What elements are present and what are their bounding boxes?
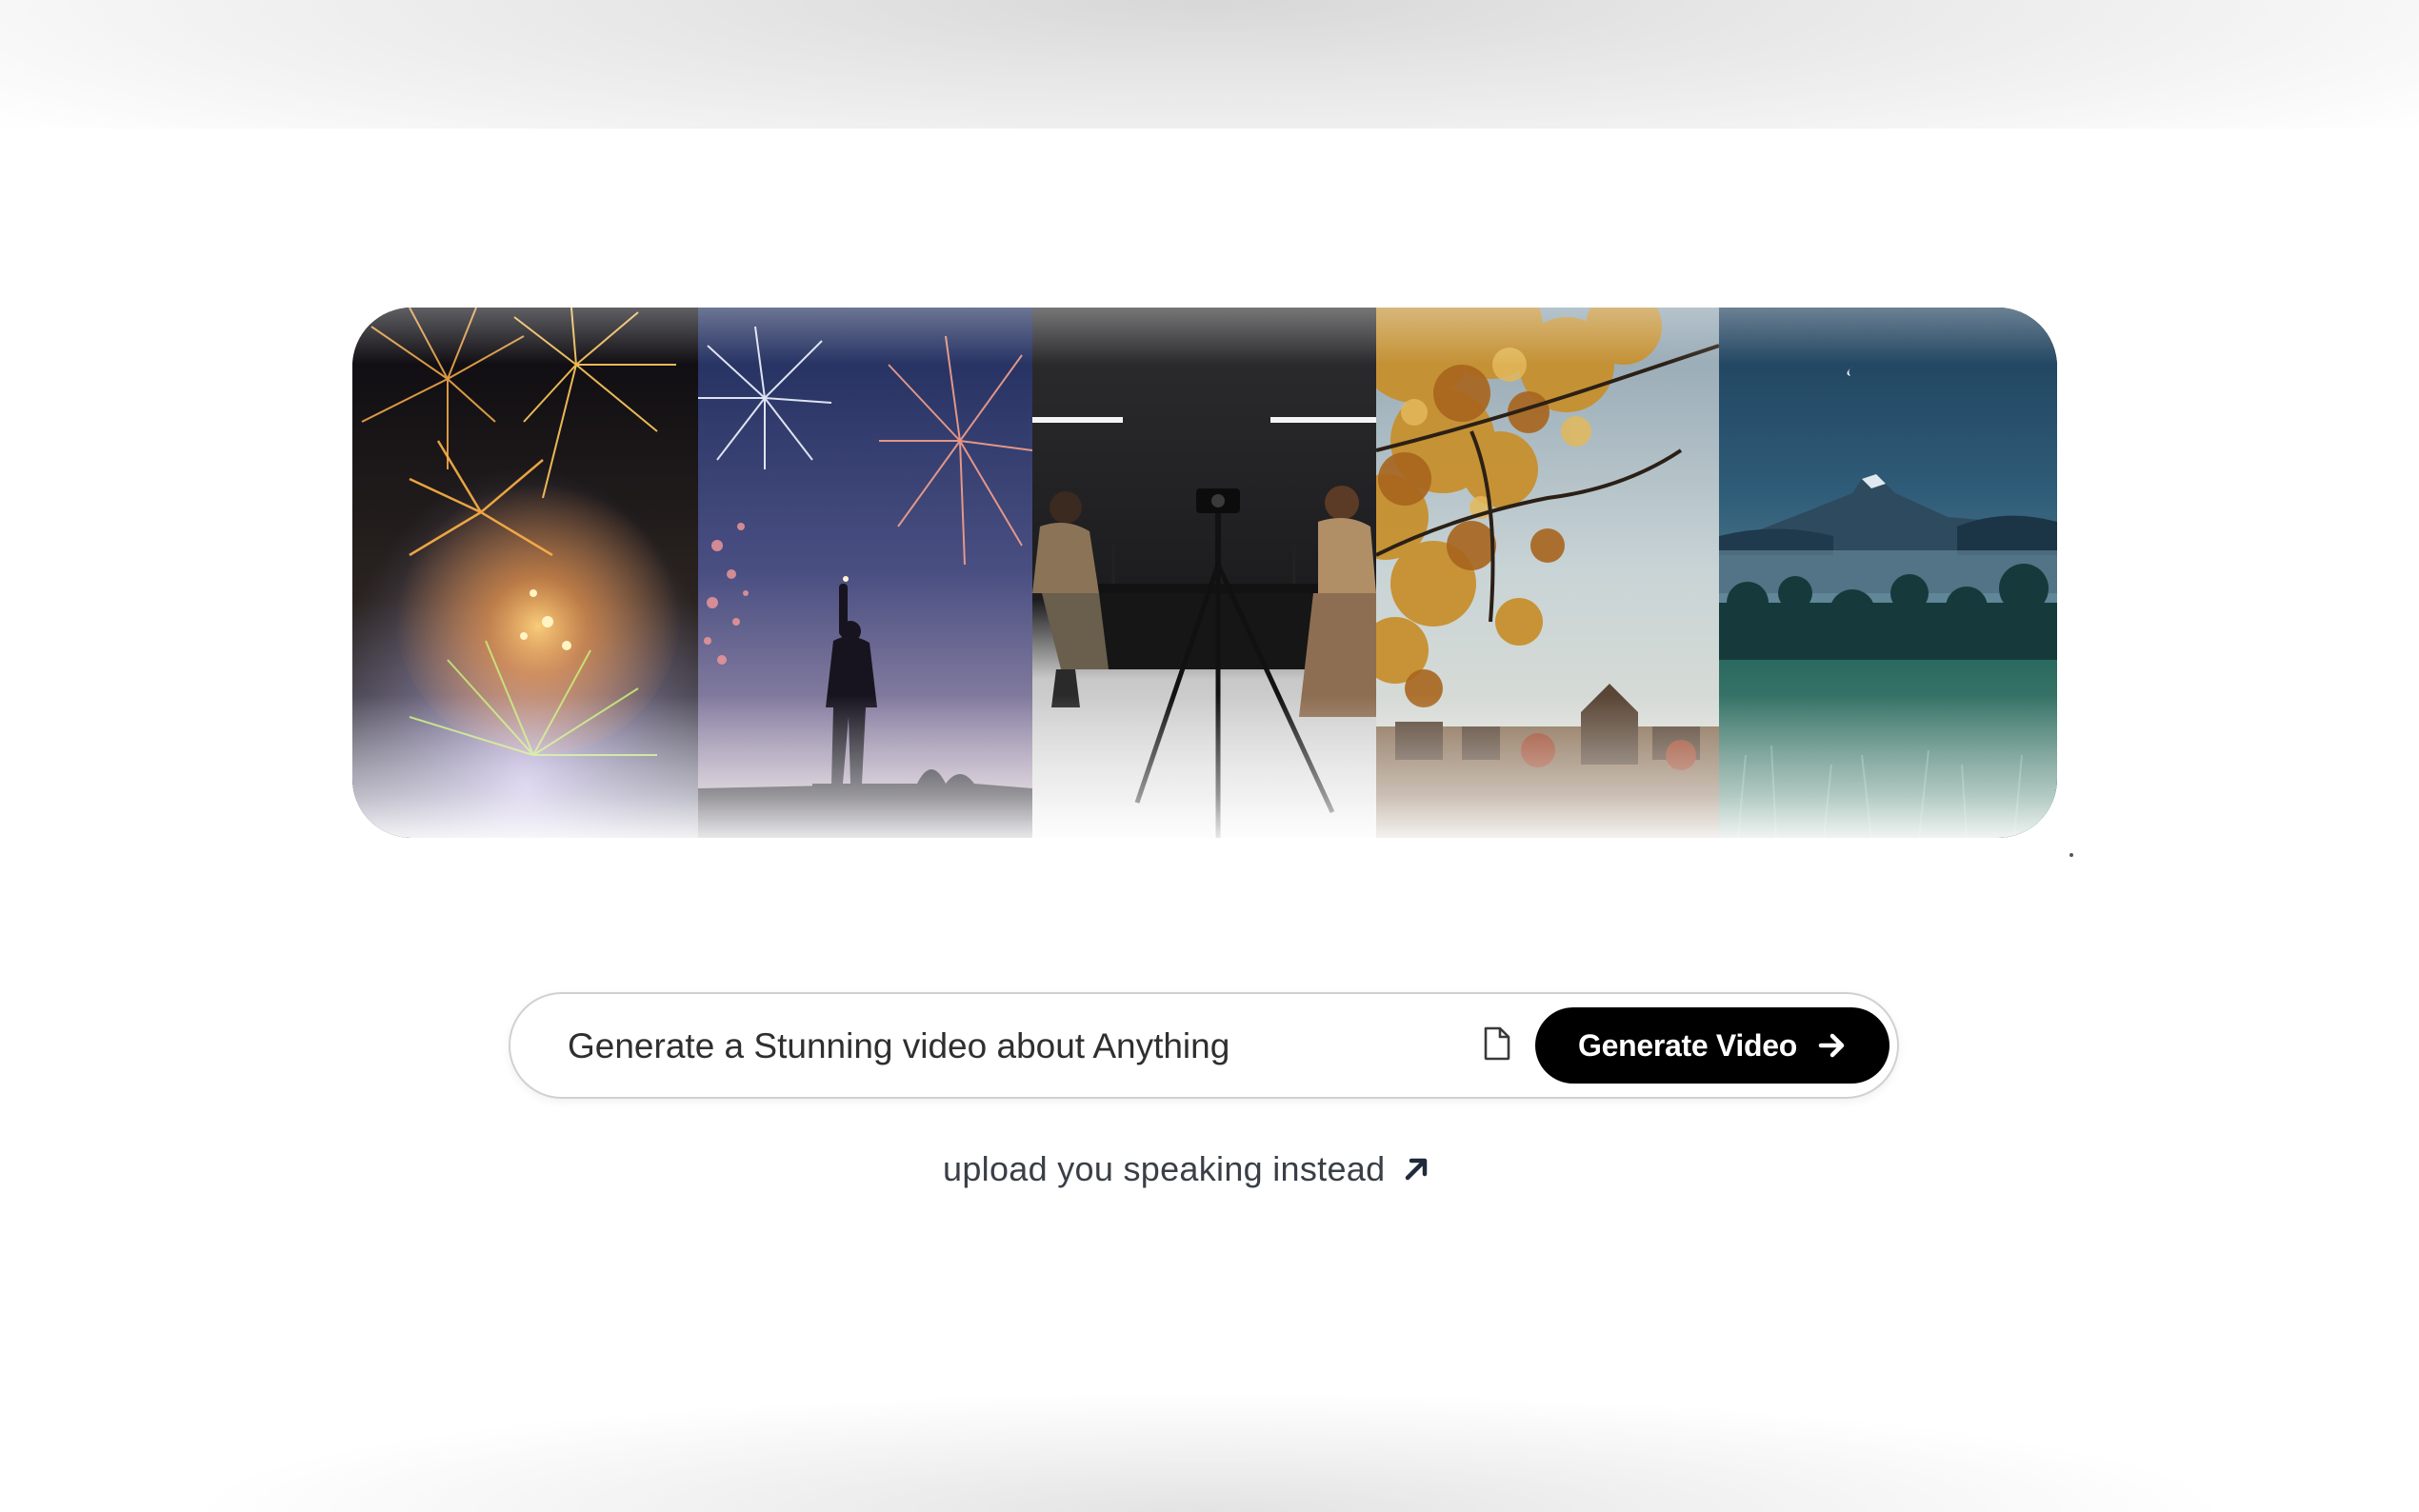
upload-speaking-label: upload you speaking instead <box>943 1149 1386 1188</box>
autumn-tree-image <box>1376 308 1719 838</box>
arrow-right-icon <box>1818 1032 1847 1059</box>
arrow-up-right-icon <box>1402 1155 1430 1184</box>
top-shade <box>0 0 2419 129</box>
bottom-shade <box>0 1352 2419 1512</box>
decorative-dot <box>2069 853 2073 857</box>
generate-video-label: Generate Video <box>1578 1027 1797 1063</box>
mountain-night-panel <box>1719 308 2057 838</box>
prompt-input[interactable] <box>566 1015 1455 1078</box>
file-icon <box>1482 1025 1512 1066</box>
generate-video-button[interactable]: Generate Video <box>1535 1007 1889 1084</box>
attach-file-button[interactable] <box>1470 1019 1524 1072</box>
fireworks-image <box>352 308 698 838</box>
fireworks-silhouette-panel <box>698 308 1032 838</box>
fireworks-silhouette-image <box>698 308 1032 838</box>
upload-speaking-link[interactable]: upload you speaking instead <box>943 1143 1430 1196</box>
podcast-studio-panel <box>1032 308 1376 838</box>
page: Generate Video upload you speaking inste… <box>0 0 2419 1512</box>
autumn-tree-panel <box>1376 308 1719 838</box>
podcast-studio-image <box>1032 308 1376 838</box>
prompt-bar: Generate Video <box>509 992 1899 1099</box>
fireworks-panel <box>352 308 698 838</box>
sample-video-banner <box>352 308 2057 838</box>
mountain-night-image <box>1719 308 2057 838</box>
